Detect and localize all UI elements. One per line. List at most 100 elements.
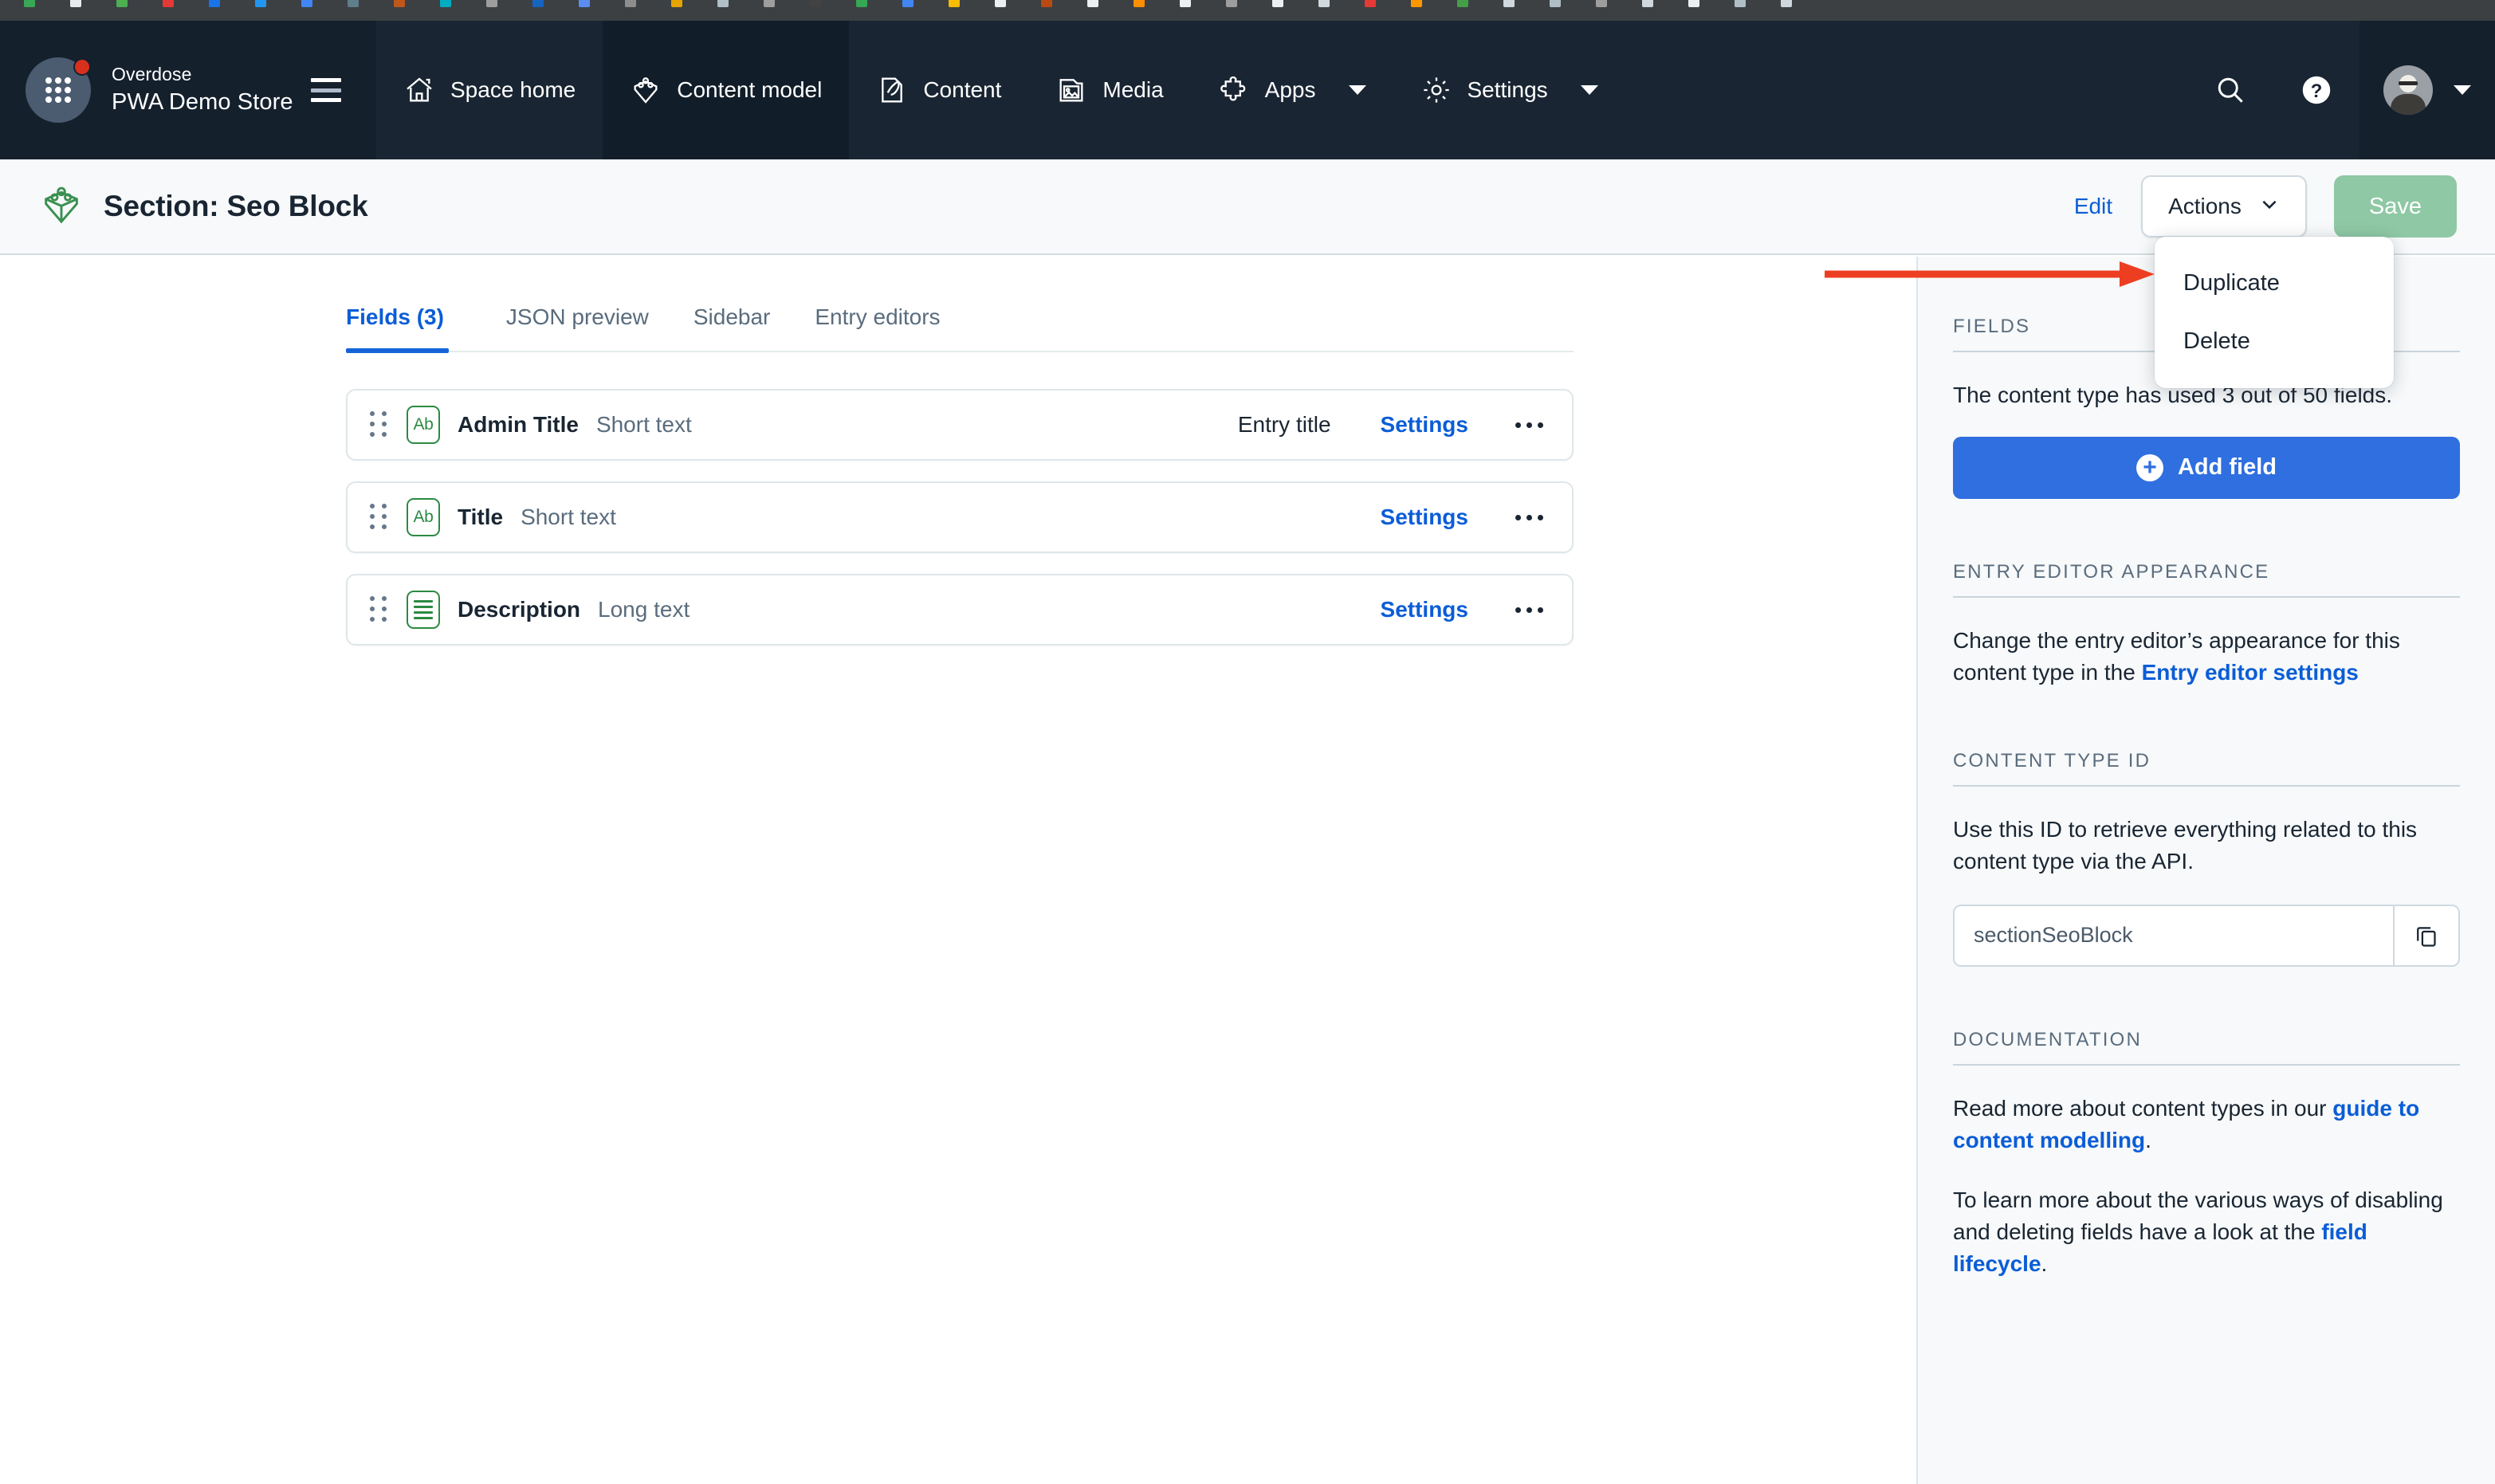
bookmark-favicon[interactable] <box>1041 0 1052 7</box>
bookmark-favicon[interactable] <box>1781 0 1792 7</box>
bookmark-favicon[interactable] <box>24 0 35 7</box>
field-settings-link[interactable]: Settings <box>1381 412 1468 438</box>
actions-button[interactable]: Actions <box>2141 175 2307 238</box>
bookmark-favicon[interactable] <box>348 0 359 7</box>
ellipsis-icon[interactable] <box>1508 589 1550 630</box>
bookmark-favicon[interactable] <box>717 0 729 7</box>
bookmark-favicon[interactable] <box>209 0 220 7</box>
bookmark-favicon[interactable] <box>1226 0 1237 7</box>
bookmark-favicon[interactable] <box>440 0 451 7</box>
bookmark-favicon[interactable] <box>856 0 867 7</box>
bookmark-favicon[interactable] <box>1642 0 1653 7</box>
nav-item-content[interactable]: Content <box>849 21 1028 159</box>
bookmark-favicon[interactable] <box>810 0 821 7</box>
tab-bar: Fields (3) JSON preview Sidebar Entry ed… <box>346 293 1574 353</box>
bookmark-favicon[interactable] <box>1457 0 1468 7</box>
bookmark-favicon[interactable] <box>579 0 590 7</box>
bookmark-favicon[interactable] <box>70 0 81 7</box>
tab-entry-editors[interactable]: Entry editors <box>792 293 962 351</box>
gear-icon <box>1420 74 1452 106</box>
content-type-id-text: Use this ID to retrieve everything relat… <box>1953 817 2418 874</box>
bookmark-favicon[interactable] <box>486 0 497 7</box>
bookmark-favicon[interactable] <box>949 0 960 7</box>
bookmark-favicon[interactable] <box>764 0 775 7</box>
content-pen-icon <box>876 74 908 106</box>
bookmark-favicon[interactable] <box>1550 0 1561 7</box>
bookmark-favicon[interactable] <box>1688 0 1699 7</box>
app-grid-icon[interactable] <box>26 57 91 123</box>
drag-handle-icon[interactable] <box>370 411 387 438</box>
ellipsis-icon[interactable] <box>1508 404 1550 446</box>
bookmark-favicon[interactable] <box>1596 0 1607 7</box>
menu-item-duplicate[interactable]: Duplicate <box>2155 254 2394 312</box>
nav-item-content-model[interactable]: Content model <box>603 21 850 159</box>
user-menu[interactable] <box>2359 21 2495 159</box>
nav-item-apps[interactable]: Apps <box>1191 21 1393 159</box>
space-selector[interactable]: Overdose PWA Demo Store <box>0 21 376 159</box>
nav-item-media[interactable]: Media <box>1028 21 1190 159</box>
bookmark-favicon[interactable] <box>163 0 174 7</box>
page-title: Section: Seo Block <box>104 190 368 222</box>
help-circle-icon[interactable]: ? <box>2273 21 2359 159</box>
bookmark-favicon[interactable] <box>532 0 544 7</box>
table-row[interactable]: Ab Admin Title Short text Entry title Se… <box>346 389 1574 461</box>
ellipsis-icon[interactable] <box>1508 497 1550 538</box>
bookmark-favicon[interactable] <box>671 0 682 7</box>
content-type-id-input[interactable] <box>1955 905 2393 965</box>
chevron-down-icon <box>1348 85 1366 95</box>
bookmark-favicon[interactable] <box>116 0 128 7</box>
bookmark-favicon[interactable] <box>394 0 405 7</box>
bookmark-favicon[interactable] <box>625 0 636 7</box>
puzzle-icon <box>1218 74 1250 106</box>
doc-text-a-end: . <box>2145 1127 2151 1152</box>
media-image-icon <box>1055 74 1087 106</box>
menu-item-delete[interactable]: Delete <box>2155 312 2394 371</box>
copy-icon[interactable] <box>2393 905 2458 965</box>
bookmark-favicon[interactable] <box>1365 0 1376 7</box>
short-text-icon: Ab <box>407 406 440 444</box>
edit-button[interactable]: Edit <box>2074 194 2112 219</box>
nav-item-space-home[interactable]: Space home <box>376 21 603 159</box>
field-settings-link[interactable]: Settings <box>1381 504 1468 530</box>
svg-text:?: ? <box>2311 80 2323 102</box>
tab-sidebar[interactable]: Sidebar <box>671 293 793 351</box>
doc-paragraph-two: To learn more about the various ways of … <box>1953 1184 2460 1279</box>
entry-editor-settings-link[interactable]: Entry editor settings <box>2142 660 2359 685</box>
bookmark-favicon[interactable] <box>1272 0 1283 7</box>
bookmark-favicon[interactable] <box>902 0 914 7</box>
bookmark-favicon[interactable] <box>1735 0 1746 7</box>
bookmark-favicon[interactable] <box>1087 0 1098 7</box>
bookmark-favicon[interactable] <box>1411 0 1422 7</box>
short-text-icon: Ab <box>407 498 440 536</box>
drag-handle-icon[interactable] <box>370 504 387 531</box>
header-actions: Edit Actions Save <box>2074 175 2457 238</box>
bookmark-favicon[interactable] <box>1503 0 1515 7</box>
field-settings-link[interactable]: Settings <box>1381 597 1468 622</box>
table-row[interactable]: Description Long text Settings <box>346 574 1574 646</box>
nav-label: Media <box>1102 77 1164 102</box>
tab-fields[interactable]: Fields (3) <box>346 293 466 353</box>
status-badge: Entry title <box>1237 412 1331 437</box>
add-field-button[interactable]: + Add field <box>1953 436 2460 499</box>
bookmark-favicon[interactable] <box>301 0 312 7</box>
table-row[interactable]: Ab Title Short text Settings <box>346 481 1574 553</box>
bookmark-favicon[interactable] <box>1134 0 1145 7</box>
nav-item-settings[interactable]: Settings <box>1393 21 1625 159</box>
drag-handle-icon[interactable] <box>370 596 387 623</box>
bookmark-favicon[interactable] <box>255 0 266 7</box>
avatar <box>2383 65 2433 115</box>
field-name: Admin Title <box>458 412 579 437</box>
browser-bookmarks-bar <box>0 0 2495 21</box>
chevron-down-icon <box>1580 85 1598 95</box>
doc-text-a: Read more about content types in our <box>1953 1095 2333 1121</box>
bookmark-favicon[interactable] <box>1180 0 1191 7</box>
hamburger-icon[interactable] <box>311 78 341 102</box>
save-button[interactable]: Save <box>2333 175 2457 238</box>
bookmark-favicon[interactable] <box>1318 0 1330 7</box>
tab-json-preview[interactable]: JSON preview <box>484 293 671 351</box>
content-type-id-field[interactable] <box>1953 904 2460 967</box>
search-icon[interactable] <box>2187 21 2273 159</box>
notification-dot <box>73 58 91 76</box>
actions-button-label: Actions <box>2168 194 2242 218</box>
bookmark-favicon[interactable] <box>995 0 1006 7</box>
